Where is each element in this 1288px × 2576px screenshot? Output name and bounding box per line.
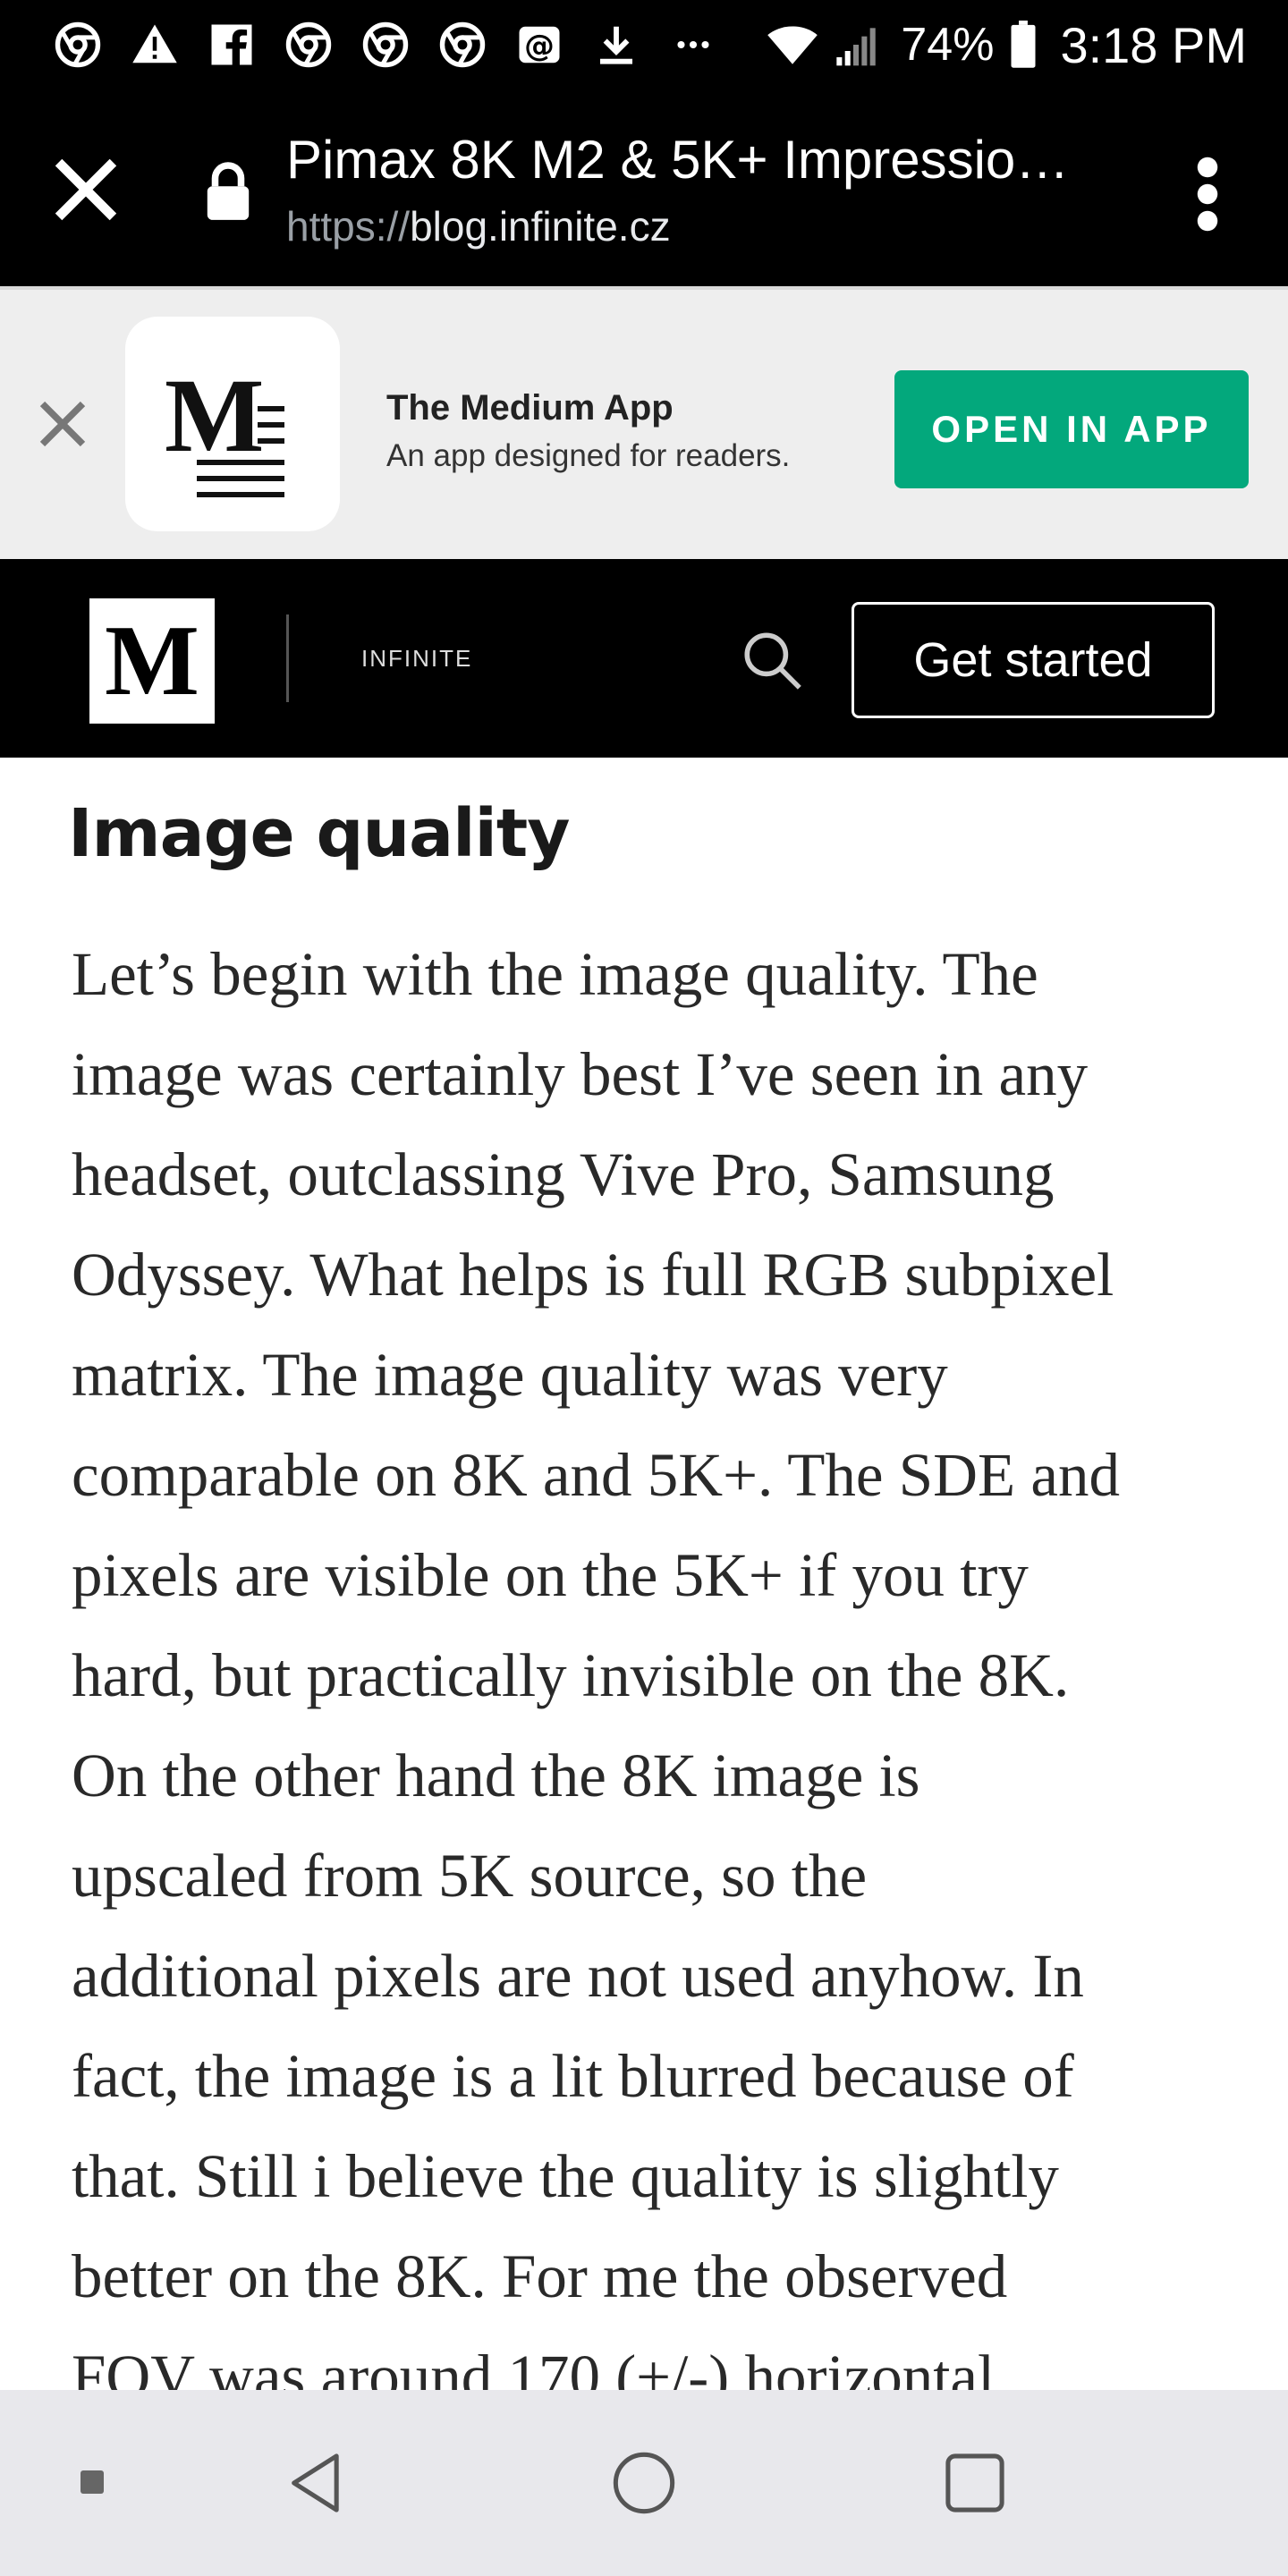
lock-icon bbox=[207, 162, 250, 220]
battery-percent: 74% bbox=[901, 19, 995, 71]
url-scheme: https:// bbox=[286, 203, 411, 250]
chrome-icon bbox=[436, 19, 488, 71]
site-header: M INFINITE Get started bbox=[0, 559, 1288, 758]
article-paragraph: Let’s begin with the image quality. The … bbox=[72, 924, 1234, 2390]
paragraph-line: On the other hand the 8K image is bbox=[72, 1741, 920, 1809]
page-title: Pimax 8K M2 & 5K+ Impressio… bbox=[286, 130, 1070, 190]
recent-apps-icon[interactable] bbox=[941, 2449, 1009, 2517]
chrome-icon bbox=[283, 19, 335, 71]
system-navigation-bar bbox=[0, 2390, 1288, 2576]
chrome-icon bbox=[360, 19, 411, 71]
clock: 3:18 PM bbox=[1060, 16, 1247, 73]
paragraph-line: headset, outclassing Vive Pro, Samsung bbox=[72, 1140, 1055, 1208]
paragraph-line: matrix. The image quality was very bbox=[72, 1341, 948, 1409]
battery-icon bbox=[1011, 21, 1036, 68]
paragraph-line: better on the 8K. For me the observed bbox=[72, 2242, 1008, 2310]
system-status: 74% 3:18 PM bbox=[767, 16, 1247, 74]
paragraph-line: additional pixels are not used anyhow. I… bbox=[72, 1942, 1084, 2010]
facebook-icon bbox=[206, 19, 258, 71]
section-heading: Image quality bbox=[68, 795, 570, 872]
medium-app-logo: M bbox=[125, 317, 340, 531]
header-divider bbox=[286, 614, 289, 702]
paragraph-line: pixels are visible on the 5K+ if you try bbox=[72, 1541, 1029, 1609]
close-tab-icon[interactable] bbox=[50, 154, 122, 225]
search-icon[interactable] bbox=[739, 627, 805, 693]
warning-icon bbox=[129, 19, 181, 71]
notification-icons: @ bbox=[52, 19, 719, 71]
status-bar: @ 74% 3:18 PM bbox=[0, 0, 1288, 89]
paragraph-line: hard, but practically invisible on the 8… bbox=[72, 1641, 1070, 1709]
paragraph-line: upscaled from 5K source, so the bbox=[72, 1842, 868, 1910]
banner-app-subtitle: An app designed for readers. bbox=[386, 438, 791, 473]
back-icon[interactable] bbox=[283, 2449, 351, 2517]
chrome-icon bbox=[52, 19, 104, 71]
open-in-app-button[interactable]: OPEN IN APP bbox=[894, 370, 1249, 488]
dismiss-banner-icon[interactable] bbox=[36, 397, 89, 451]
email-at-icon: @ bbox=[513, 19, 565, 71]
paragraph-line: comparable on 8K and 5K+. The SDE and bbox=[72, 1441, 1121, 1509]
download-icon bbox=[590, 19, 642, 71]
home-icon[interactable] bbox=[610, 2449, 678, 2517]
paragraph-line: fact, the image is a lit blurred because… bbox=[72, 2042, 1074, 2110]
paragraph-line: that. Still i believe the quality is sli… bbox=[72, 2142, 1059, 2210]
wifi-icon bbox=[767, 26, 818, 64]
medium-logo-letter: M bbox=[105, 606, 199, 716]
medium-logo[interactable]: M bbox=[89, 598, 215, 724]
article-content: Image quality Let’s begin with the image… bbox=[0, 758, 1288, 2390]
browser-toolbar: Pimax 8K M2 & 5K+ Impressio… https://blo… bbox=[0, 89, 1288, 286]
signal-icon bbox=[836, 28, 877, 66]
page-url[interactable]: https://blog.infinite.cz bbox=[286, 202, 671, 250]
app-install-banner: M The Medium App An app designed for rea… bbox=[0, 286, 1288, 559]
overflow-menu-icon[interactable] bbox=[1190, 154, 1225, 234]
paragraph-line: image was certainly best I’ve seen in an… bbox=[72, 1040, 1089, 1108]
banner-app-title: The Medium App bbox=[386, 388, 674, 428]
nav-indicator-icon[interactable] bbox=[80, 2470, 104, 2494]
paragraph-line: Odyssey. What helps is full RGB subpixel bbox=[72, 1241, 1114, 1309]
paragraph-line: FOV was around 170 (+/-) horizontal. bbox=[72, 2343, 1011, 2390]
url-host: blog.infinite.cz bbox=[410, 203, 671, 250]
get-started-button[interactable]: Get started bbox=[852, 602, 1215, 718]
svg-text:M: M bbox=[165, 357, 264, 474]
publication-logo[interactable]: INFINITE bbox=[361, 645, 472, 673]
more-dots-icon bbox=[667, 19, 719, 71]
svg-text:@: @ bbox=[524, 28, 555, 63]
paragraph-line: Let’s begin with the image quality. The bbox=[72, 940, 1038, 1008]
